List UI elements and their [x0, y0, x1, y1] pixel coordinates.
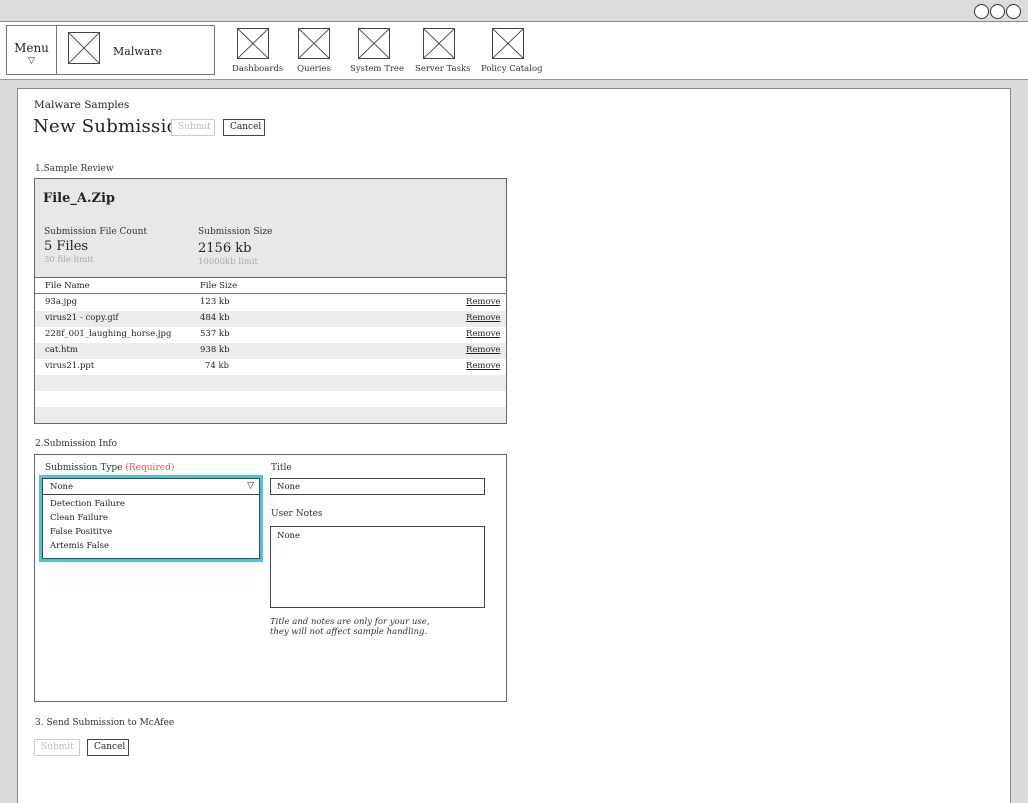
section-label-sample-review: 1.Sample Review — [35, 164, 114, 174]
menu-label: Menu — [14, 41, 49, 55]
nav-item-label: Server Tasks — [415, 64, 471, 74]
file-size-cell: 74 kb — [205, 361, 230, 371]
column-header-file-name: File Name — [45, 281, 90, 291]
app-name: Malware — [113, 45, 163, 58]
page-title: New Submission — [33, 116, 190, 137]
submission-info-panel: Submission Type (Required) None ▽ Detect… — [34, 454, 507, 702]
column-header-file-size: File Size — [200, 281, 238, 291]
submission-type-label: Submission Type (Required) — [45, 463, 174, 473]
main-panel: Malware Samples New Submission Submit Ca… — [17, 88, 1011, 803]
submission-size-value: 2156 kb — [198, 241, 252, 256]
remove-link[interactable]: Remove — [466, 361, 500, 371]
chevron-down-icon: ▽ — [28, 56, 35, 66]
submission-size-limit: 10000kb limit — [198, 257, 258, 267]
nav-item-label: Dashboards — [232, 64, 284, 74]
table-row-empty — [35, 391, 506, 407]
image-placeholder-icon — [298, 28, 330, 59]
table-row: 93a.jpg 123 kb Remove — [35, 295, 506, 311]
header-cancel-button[interactable]: Cancel — [223, 119, 265, 136]
file-name-cell: cat.htm — [45, 345, 78, 355]
file-size-cell: 484 kb — [200, 313, 230, 323]
file-count-limit: 30 file limit — [44, 255, 94, 265]
image-placeholder-icon — [423, 28, 455, 59]
file-size-cell: 537 kb — [200, 329, 230, 339]
window-control-icon[interactable] — [974, 4, 989, 19]
file-table-header: File Name File Size — [35, 279, 506, 294]
remove-link[interactable]: Remove — [466, 297, 500, 307]
file-count-label: Submission File Count — [44, 227, 148, 237]
submission-size-label: Submission Size — [198, 227, 273, 237]
remove-link[interactable]: Remove — [466, 329, 500, 339]
nav-item-label: Policy Catalog — [481, 64, 543, 74]
title-label: Title — [271, 463, 292, 473]
option-false-positive[interactable]: False Posititve — [50, 527, 112, 537]
breadcrumb: Malware Samples — [34, 99, 130, 111]
window-control-icon[interactable] — [990, 4, 1005, 19]
section-label-send-submission: 3. Send Submission to McAfee — [35, 718, 175, 728]
image-placeholder-icon — [237, 28, 269, 59]
header-submit-button[interactable]: Submit — [171, 119, 215, 136]
option-clean-failure[interactable]: Clean Failure — [50, 513, 108, 523]
user-notes-label: User Notes — [271, 509, 323, 519]
remove-link[interactable]: Remove — [466, 313, 500, 323]
table-row-empty — [35, 407, 506, 423]
notes-help-text: Title and notes are only for your use, t… — [270, 617, 500, 637]
table-row: cat.htm 938 kb Remove — [35, 343, 506, 359]
window-control-icon[interactable] — [1006, 4, 1021, 19]
nav-item-queries[interactable]: Queries — [296, 28, 332, 74]
submission-type-value: None — [50, 482, 74, 492]
section-label-submission-info: 2.Submission Info — [35, 439, 118, 449]
file-size-cell: 938 kb — [200, 345, 230, 355]
chevron-down-icon: ▽ — [247, 481, 254, 491]
review-summary: File_A.Zip Submission File Count 5 Files… — [35, 179, 506, 278]
sample-review-panel: File_A.Zip Submission File Count 5 Files… — [34, 178, 507, 424]
nav-item-system-tree[interactable]: System Tree — [350, 28, 404, 74]
file-name-cell: 93a.jpg — [45, 297, 78, 307]
archive-file-name: File_A.Zip — [43, 191, 116, 206]
required-indicator: (Required) — [125, 463, 175, 473]
table-row: virus21.ppt 74 kb Remove — [35, 359, 506, 375]
image-placeholder-icon — [492, 28, 524, 59]
footer-submit-button[interactable]: Submit — [34, 739, 80, 756]
menu-button[interactable]: Menu ▽ — [7, 26, 57, 74]
file-name-cell: virus21.ppt — [45, 361, 95, 371]
table-row: virus21 - copy.gif 484 kb Remove — [35, 311, 506, 327]
nav-item-label: System Tree — [350, 64, 404, 74]
image-placeholder-icon — [358, 28, 390, 59]
window-titlebar — [0, 0, 1028, 22]
file-count-value: 5 Files — [44, 239, 89, 254]
nav-item-policy-catalog[interactable]: Policy Catalog — [481, 28, 543, 74]
app-logo-icon — [68, 32, 100, 64]
user-notes-textarea[interactable]: None — [270, 526, 485, 608]
file-name-cell: 228f_001_laughing_horse.jpg — [45, 329, 172, 339]
top-navbar: Menu ▽ Malware Dashboards Queries System… — [0, 22, 1028, 80]
submission-type-label-text: Submission Type — [45, 463, 123, 473]
nav-item-dashboards[interactable]: Dashboards — [232, 28, 284, 74]
file-name-cell: virus21 - copy.gif — [45, 313, 119, 323]
title-input[interactable]: None — [270, 478, 485, 495]
notes-help-line: Title and notes are only for your use, — [270, 617, 430, 627]
menu-block: Menu ▽ Malware — [6, 25, 215, 75]
option-artemis-false[interactable]: Artemis False — [50, 541, 109, 551]
table-row-empty — [35, 375, 506, 391]
option-detection-failure[interactable]: Detection Failure — [50, 499, 125, 509]
file-size-cell: 123 kb — [200, 297, 230, 307]
table-row: 228f_001_laughing_horse.jpg 537 kb Remov… — [35, 327, 506, 343]
submission-type-options: Detection Failure Clean Failure False Po… — [42, 495, 260, 559]
nav-item-label: Queries — [297, 64, 331, 74]
submission-type-select[interactable]: None ▽ — [42, 478, 260, 495]
remove-link[interactable]: Remove — [466, 345, 500, 355]
footer-cancel-button[interactable]: Cancel — [87, 739, 129, 756]
nav-item-server-tasks[interactable]: Server Tasks — [415, 28, 471, 74]
notes-help-line: they will not affect sample handling. — [270, 627, 428, 637]
